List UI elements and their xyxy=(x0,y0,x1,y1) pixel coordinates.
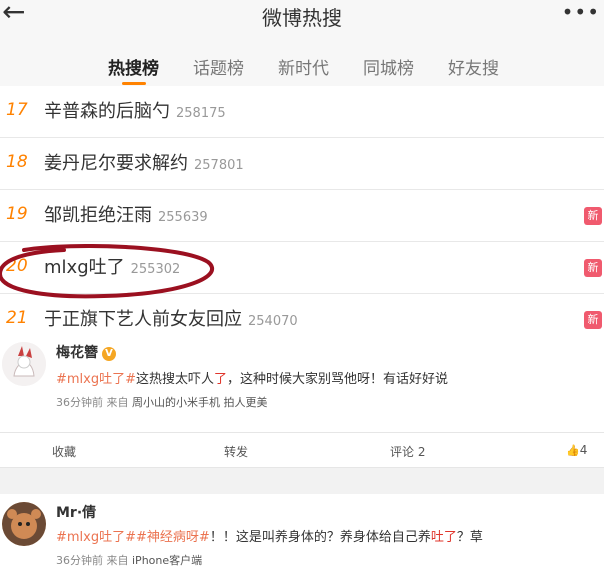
tab-topics[interactable]: 话题榜 xyxy=(193,54,244,79)
weibo-post: 梅花簪 V #mlxg吐了#这热搜太吓人了，这种时候大家别骂他呀！有话好好说 36… xyxy=(0,336,604,432)
page-title: 微博热搜 xyxy=(262,6,342,30)
tab-new-era[interactable]: 新时代 xyxy=(278,54,329,79)
hot-search-row[interactable]: 19 邹凯拒绝汪雨 255639 新 xyxy=(0,190,604,242)
new-badge: 新 xyxy=(584,311,602,329)
hot-count: 254070 xyxy=(248,314,298,329)
hot-count: 257801 xyxy=(194,158,244,173)
weibo-post: Mr·倩 #mlxg吐了##神经病呀#！！这是叫养身体的？养身体给自己养吐了？草… xyxy=(0,494,604,576)
hot-search-row[interactable]: 17 辛普森的后脑勺 258175 xyxy=(0,86,604,138)
rank-number: 17 xyxy=(6,100,28,120)
hot-count: 255639 xyxy=(158,210,208,225)
thumbs-up-icon: 👍 xyxy=(566,444,580,457)
hot-keyword: 于正旗下艺人前女友回应 xyxy=(44,309,242,330)
topic-link[interactable]: #神经病呀# xyxy=(136,530,210,545)
topic-link[interactable]: #mlxg吐了# xyxy=(56,372,136,387)
username[interactable]: Mr·倩 xyxy=(56,502,96,522)
like-button[interactable]: 👍4 xyxy=(566,443,587,457)
hot-search-row[interactable]: 18 姜丹尼尔要求解约 257801 xyxy=(0,138,604,190)
repost-button[interactable]: 转发 xyxy=(224,443,248,460)
tab-hot-search[interactable]: 热搜榜 xyxy=(108,54,159,79)
topic-link[interactable]: #mlxg吐了# xyxy=(56,530,136,545)
username[interactable]: 梅花簪 V xyxy=(56,342,116,362)
hot-keyword: 邹凯拒绝汪雨 xyxy=(44,205,152,226)
post-separator xyxy=(0,468,604,494)
hot-keyword: 姜丹尼尔要求解约 xyxy=(44,153,188,174)
active-tab-indicator xyxy=(122,82,146,85)
top-bar: ← 微博热搜 ••• xyxy=(0,0,604,40)
avatar[interactable] xyxy=(2,342,46,386)
post-text: #mlxg吐了##神经病呀#！！这是叫养身体的？养身体给自己养吐了？草 xyxy=(56,530,483,545)
tab-local[interactable]: 同城榜 xyxy=(363,54,414,79)
post-meta: 36分钟前 来自 周小山的小米手机 拍人更美 xyxy=(56,396,268,409)
verified-badge-icon: V xyxy=(102,347,116,361)
rank-number: 21 xyxy=(6,308,28,328)
post-source[interactable]: 周小山的小米手机 拍人更美 xyxy=(132,396,268,409)
hot-count: 258175 xyxy=(176,106,226,121)
post-text: #mlxg吐了#这热搜太吓人了，这种时候大家别骂他呀！有话好好说 xyxy=(56,372,449,387)
comment-button[interactable]: 评论 2 xyxy=(390,443,425,460)
tab-bar: 热搜榜 话题榜 新时代 同城榜 好友搜 xyxy=(0,40,604,92)
rank-number: 18 xyxy=(6,152,28,172)
rank-number: 19 xyxy=(6,204,28,224)
new-badge: 新 xyxy=(584,259,602,277)
annotation-circle xyxy=(0,244,215,299)
avatar[interactable] xyxy=(2,502,46,546)
more-options-icon[interactable]: ••• xyxy=(562,0,600,24)
post-action-bar: 收藏 转发 评论 2 👍4 xyxy=(0,432,604,468)
tab-friends-search[interactable]: 好友搜 xyxy=(448,54,499,79)
new-badge: 新 xyxy=(584,207,602,225)
post-meta: 36分钟前 来自 iPhone客户端 xyxy=(56,554,203,567)
post-source[interactable]: iPhone客户端 xyxy=(132,554,202,567)
hot-keyword: 辛普森的后脑勺 xyxy=(44,101,170,122)
favorite-button[interactable]: 收藏 xyxy=(52,443,76,460)
